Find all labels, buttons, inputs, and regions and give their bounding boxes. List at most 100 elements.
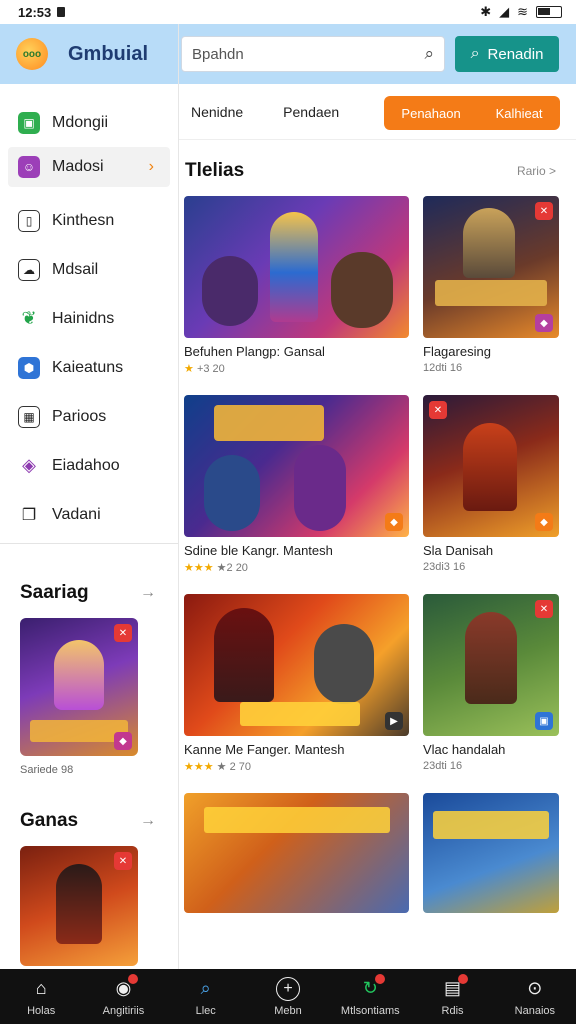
see-all-link[interactable]: Rario > bbox=[517, 164, 556, 178]
grid-icon: ▦ bbox=[18, 405, 40, 428]
cards-icon: ❐ bbox=[21, 506, 37, 524]
nav-item-angitiriis[interactable]: ◉ Angitiriis bbox=[87, 973, 159, 1017]
game-card[interactable]: ▶ Kanne Me Fanger. Mantesh ★★★ ★ 2 70 bbox=[184, 594, 409, 773]
hero-figure bbox=[463, 208, 515, 278]
search-button[interactable]: ⌕ Renadin bbox=[455, 36, 559, 72]
corner-badge-icon: ◆ bbox=[385, 513, 403, 531]
game-thumbnail: ▶ bbox=[184, 594, 409, 736]
hero-figure bbox=[204, 455, 260, 531]
game-logo-art bbox=[433, 811, 549, 839]
game-rating: ★★★ ★2 20 bbox=[184, 561, 409, 574]
section-title: Saariag bbox=[20, 582, 89, 603]
main-content: Tlelias Rario > Befuhen Plangp: Gansal ★… bbox=[179, 140, 576, 969]
bottom-navigation: ⌂ Holas ◉ Angitiriis ⌕ Llec + Mebn ↻ Mtl… bbox=[0, 969, 576, 1024]
game-thumbnail: ✕ ◆ bbox=[423, 196, 559, 338]
menu-item-mdsail[interactable]: ☁ Mdsail bbox=[0, 245, 178, 294]
game-card[interactable]: ✕ ◆ Flagaresing 12dti 16 bbox=[423, 196, 559, 375]
game-logo-art bbox=[204, 807, 390, 833]
nav-item-rdis[interactable]: ▤ Rdis bbox=[417, 973, 489, 1017]
game-card[interactable]: ✕ ◆ Sla Danisah 23di3 16 bbox=[423, 395, 559, 574]
game-title: Befuhen Plangp: Gansal bbox=[184, 344, 325, 359]
notification-dot bbox=[375, 973, 386, 984]
nav-label: Llec bbox=[195, 1004, 216, 1017]
brand-logo: ooo bbox=[16, 38, 48, 70]
game-row bbox=[179, 793, 576, 913]
featured-game-thumbnail[interactable]: ✕ ◆ bbox=[20, 618, 138, 756]
game-logo-art bbox=[435, 280, 547, 306]
menu-item-eiadahoo[interactable]: ◈ Eiadahoo bbox=[0, 441, 178, 490]
new-badge-icon: ✕ bbox=[114, 852, 132, 870]
game-title: Vlac handalah bbox=[423, 742, 506, 757]
tab-bar: Nenidne Pendaen Penahaon Kalhieat bbox=[179, 84, 576, 140]
nav-item-mtlsontiams[interactable]: ↻ Mtlsontiams bbox=[334, 973, 406, 1017]
nav-item-llec[interactable]: ⌕ Llec bbox=[170, 977, 242, 1017]
game-rating: ★★★ ★ 2 70 bbox=[184, 760, 409, 773]
home-icon: ⌂ bbox=[35, 978, 47, 998]
game-title: Sdine ble Kangr. Mantesh bbox=[184, 543, 333, 558]
magnify-icon: ⊙ bbox=[527, 978, 543, 998]
monster-figure bbox=[331, 252, 393, 328]
game-card[interactable] bbox=[423, 793, 559, 913]
hero-figure bbox=[270, 212, 318, 322]
leaf-icon: ❦ bbox=[21, 308, 37, 328]
tab-pendaen[interactable]: Pendaen bbox=[283, 104, 339, 120]
game-thumbnail[interactable]: ✕ bbox=[20, 846, 138, 966]
menu-item-madosi[interactable]: ☺ Madosi › bbox=[8, 147, 170, 187]
tab-nenidne[interactable]: Nenidne bbox=[191, 104, 243, 120]
menu-item-mdongii[interactable]: ▣ Mdongii bbox=[0, 98, 178, 147]
game-card[interactable]: ✕ ▣ Vlac handalah 23dti 16 bbox=[423, 594, 559, 773]
monster-figure bbox=[202, 256, 258, 326]
gift-icon: ▤ bbox=[441, 973, 468, 1001]
nav-item-nanaios[interactable]: ⊙ Nanaios bbox=[499, 977, 571, 1017]
top-app-bar: Bpahdn ⌕ ⌕ Renadin bbox=[179, 24, 576, 84]
new-badge-icon: ✕ bbox=[535, 202, 553, 220]
game-row: Befuhen Plangp: Gansal ★ +3 20 ✕ ◆ Flaga… bbox=[179, 196, 576, 375]
nav-label: Nanaios bbox=[514, 1004, 555, 1017]
menu-item-kinthesn[interactable]: ▯ Kinthesn bbox=[0, 196, 178, 245]
star-rating-icon: ★★★ bbox=[184, 761, 214, 773]
game-thumbnail: ✕ ◆ bbox=[423, 395, 559, 537]
page-title: Tlelias bbox=[185, 160, 245, 181]
new-badge-icon: ✕ bbox=[429, 401, 447, 419]
drawer-menu: ▣ Mdongii ☺ Madosi › ▯ Kinthesn ☁ Mdsail… bbox=[0, 84, 178, 539]
nav-label: Rdis bbox=[441, 1004, 464, 1017]
game-card[interactable]: ◆ Sdine ble Kangr. Mantesh ★★★ ★2 20 bbox=[184, 395, 409, 574]
nav-item-mebn[interactable]: + Mebn bbox=[252, 976, 324, 1017]
game-card[interactable]: Befuhen Plangp: Gansal ★ +3 20 bbox=[184, 196, 409, 375]
corner-badge-icon: ◆ bbox=[535, 513, 553, 531]
diamond-icon: ◈ bbox=[22, 455, 36, 475]
magnifier-icon: ⌕ bbox=[470, 45, 480, 62]
game-thumbnail bbox=[184, 196, 409, 338]
corner-badge-icon: ▣ bbox=[535, 712, 553, 730]
search-icon: ⌕ bbox=[424, 44, 434, 63]
game-row: ◆ Sdine ble Kangr. Mantesh ★★★ ★2 20 ✕ ◆… bbox=[179, 395, 576, 574]
nav-item-holas[interactable]: ⌂ Holas bbox=[5, 977, 77, 1017]
menu-item-label: Mdongii bbox=[52, 113, 109, 131]
search-button-label: Renadin bbox=[487, 45, 544, 63]
tab-kalhieat[interactable]: Kalhieat bbox=[496, 106, 543, 121]
game-meta: 23di3 16 bbox=[423, 561, 466, 573]
arrow-right-icon[interactable]: → bbox=[140, 812, 156, 830]
menu-item-parioos[interactable]: ▦ Parioos bbox=[0, 392, 178, 441]
star-rating-icon: ★ bbox=[184, 363, 194, 375]
new-badge-icon: ✕ bbox=[114, 624, 132, 642]
game-rating: ★ +3 20 bbox=[184, 362, 409, 375]
search-icon: ⌕ bbox=[200, 978, 211, 998]
gamepad-icon: ◉ bbox=[111, 973, 139, 1001]
game-card[interactable] bbox=[184, 793, 409, 913]
book-icon: ▯ bbox=[18, 209, 40, 232]
status-time: 12:53 bbox=[18, 4, 52, 20]
menu-item-vadani[interactable]: ❐ Vadani bbox=[0, 490, 178, 539]
tab-penahaon[interactable]: Penahaon bbox=[401, 106, 460, 121]
plus-icon: + bbox=[275, 976, 300, 1001]
menu-item-kaieatuns[interactable]: ⬢ Kaieatuns bbox=[0, 343, 178, 392]
game-title: Flagaresing bbox=[423, 344, 491, 359]
drawer-section-saariag: Saariag → ✕ ◆ Sariede 98 bbox=[0, 578, 178, 776]
rating-text: ★ 2 70 bbox=[216, 761, 251, 773]
menu-item-hainidns[interactable]: ❦ Hainidns bbox=[0, 294, 178, 343]
search-input[interactable]: Bpahdn ⌕ bbox=[181, 36, 445, 72]
arrow-right-icon[interactable]: → bbox=[140, 584, 156, 602]
shield-icon: ⬢ bbox=[18, 356, 40, 379]
game-meta: 23dti 16 bbox=[423, 760, 463, 772]
hero-figure bbox=[214, 608, 274, 702]
